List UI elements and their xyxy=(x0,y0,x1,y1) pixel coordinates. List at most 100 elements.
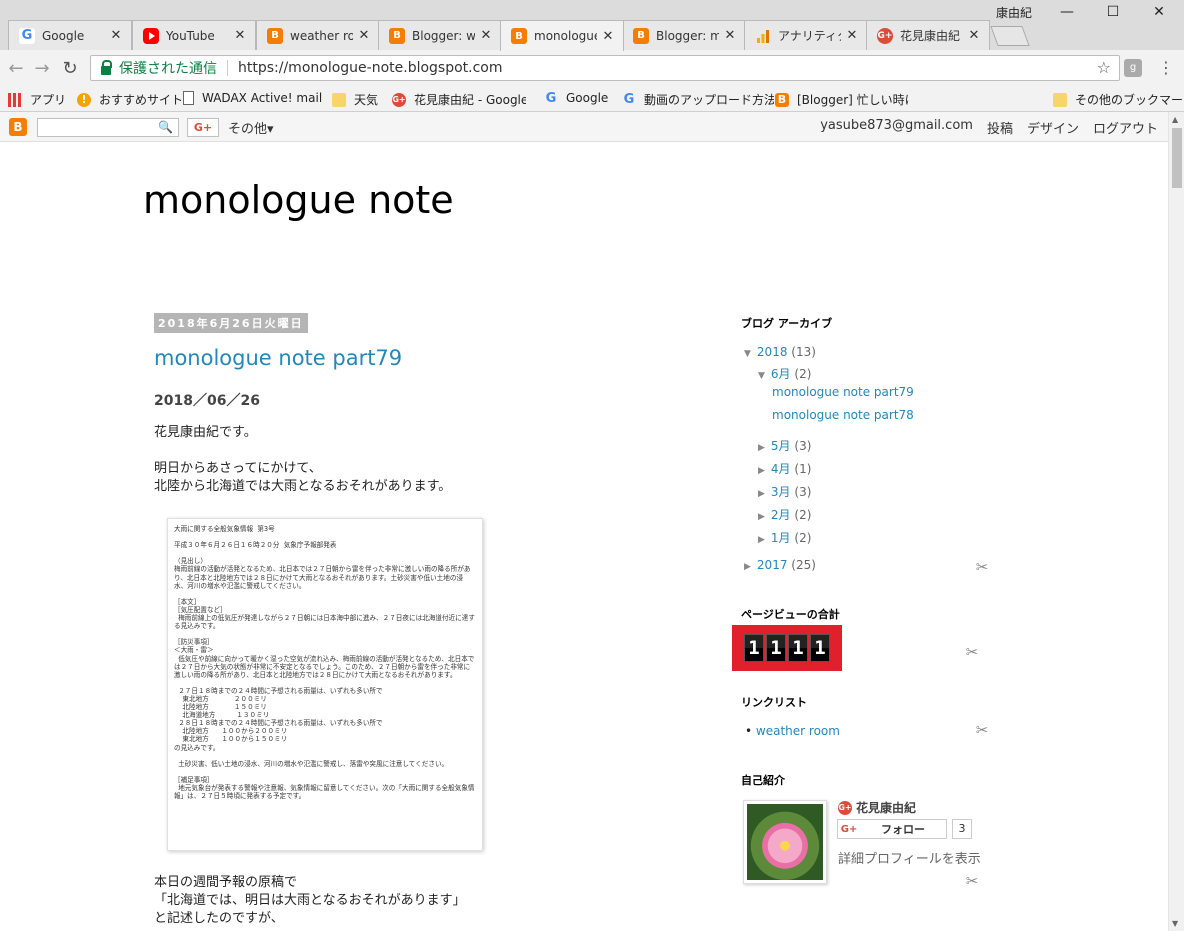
triangle-right-icon[interactable]: ▶ xyxy=(758,535,765,545)
more-menu[interactable]: その他▾ xyxy=(228,118,274,137)
bookmark-apps[interactable]: アプリ xyxy=(8,91,66,108)
tab-gplus-profile[interactable]: G+ 花見康由紀 ✕ xyxy=(866,20,990,50)
minimize-icon[interactable]: — xyxy=(1044,4,1090,26)
maximize-icon[interactable]: ☐ xyxy=(1090,4,1136,26)
browser-toolbar: ← → ↻ 保護された通信 https://monologue-note.blo… xyxy=(0,50,1184,86)
triangle-down-icon[interactable]: ▼ xyxy=(758,371,765,381)
google-icon: G xyxy=(623,92,635,107)
tab-blogger-weather[interactable]: B Blogger: weather ✕ xyxy=(378,20,502,50)
new-tab-button[interactable] xyxy=(990,26,1030,46)
close-icon[interactable]: ✕ xyxy=(845,28,859,43)
bookmark-other[interactable]: その他のブックマーク xyxy=(1053,91,1184,108)
new-post-link[interactable]: 投稿 xyxy=(987,118,1013,137)
tab-analytics[interactable]: アナリティクス ✕ xyxy=(744,20,868,50)
blogger-icon: B xyxy=(267,27,283,44)
blog-search-input[interactable]: 🔍 xyxy=(37,118,179,137)
edit-widget-icon[interactable]: ✂ xyxy=(973,558,991,576)
view-profile-link[interactable]: 詳細プロフィールを表示 xyxy=(838,848,981,867)
bookmark-upload[interactable]: G 動画のアップロード方法 xyxy=(622,91,774,108)
triangle-down-icon[interactable]: ▼ xyxy=(744,349,751,359)
close-icon[interactable]: ✕ xyxy=(723,28,737,43)
link-weather-room[interactable]: weather room xyxy=(756,724,840,738)
address-bar[interactable]: 保護された通信 https://monologue-note.blogspot.… xyxy=(90,55,1120,81)
close-icon[interactable]: ✕ xyxy=(109,28,123,43)
blogger-icon: B xyxy=(389,27,405,44)
follow-button[interactable]: G+ フォロー xyxy=(837,819,947,839)
reload-icon[interactable]: ↻ xyxy=(58,58,82,79)
triangle-right-icon[interactable]: ▶ xyxy=(758,489,765,499)
edit-widget-icon[interactable]: ✂ xyxy=(973,721,991,739)
search-icon[interactable]: 🔍 xyxy=(158,120,173,134)
page-scrollbar[interactable]: ▲ ▼ xyxy=(1168,112,1184,931)
post-paragraph: 本日の週間予報の原稿で 「北海道では、明日は大雨となるおそれがあります」 と記述… xyxy=(154,875,466,926)
blogger-logo-icon[interactable]: B xyxy=(9,118,27,136)
page-icon xyxy=(183,91,194,105)
triangle-right-icon[interactable]: ▶ xyxy=(758,512,765,522)
tab-youtube[interactable]: YouTube ✕ xyxy=(132,20,256,50)
forward-icon[interactable]: → xyxy=(30,58,54,79)
archive-month-jan[interactable]: ▶ 1月 (2) xyxy=(758,529,811,546)
profile-name-link[interactable]: G+ 花見康由紀 xyxy=(838,799,916,816)
bookmark-wadax[interactable]: WADAX Active! mail xyxy=(183,91,322,105)
post-paragraph: 明日からあさってにかけて、 北陸から北海道では大雨となるおそれがあります。 xyxy=(154,461,452,494)
tab-weather-room[interactable]: B weather room ✕ xyxy=(256,20,380,50)
close-icon[interactable]: ✕ xyxy=(479,28,493,43)
counter-digit: 1 xyxy=(810,634,830,662)
scroll-up-icon[interactable]: ▲ xyxy=(1172,115,1178,124)
triangle-right-icon[interactable]: ▶ xyxy=(758,466,765,476)
archive-month-april[interactable]: ▶ 4月 (1) xyxy=(758,460,811,477)
scroll-thumb[interactable] xyxy=(1172,128,1182,188)
counter-digit: 1 xyxy=(744,634,764,662)
window-close-icon[interactable]: ✕ xyxy=(1136,4,1182,26)
url-text[interactable]: https://monologue-note.blogspot.com xyxy=(238,60,503,76)
profile-photo[interactable] xyxy=(743,800,827,884)
close-icon[interactable]: ✕ xyxy=(601,29,615,44)
close-icon[interactable]: ✕ xyxy=(967,28,981,43)
archive-year-2018[interactable]: ▼ 2018 (13) xyxy=(744,345,816,359)
tab-blogger-monologue[interactable]: B Blogger: monologue ✕ xyxy=(622,20,746,50)
bookmarks-bar: アプリ ! おすすめサイト WADAX Active! mail 天気 G+ 花見康… xyxy=(0,86,1184,112)
extension-icon[interactable]: g xyxy=(1124,59,1142,77)
blogger-icon: B xyxy=(511,28,527,44)
navbar-right: yasube873@gmail.com 投稿 デザイン ログアウト xyxy=(820,118,1158,137)
archive-month-june[interactable]: ▼ 6月 (2) xyxy=(758,365,811,382)
bookmark-recommended[interactable]: ! おすすめサイト xyxy=(77,91,183,108)
lock-icon xyxy=(101,59,112,75)
post-title[interactable]: monologue note part79 xyxy=(154,346,402,370)
post-body: 2018／06／26 花見康由紀です。 明日からあさってにかけて、 北陸から北海… xyxy=(154,392,694,496)
bulb-icon: ! xyxy=(77,92,91,107)
weather-bulletin-image[interactable]: 大雨に関する全般気象情報 第3号 平成３０年６月２６日１６時２０分 気象庁予報部… xyxy=(167,518,483,851)
archive-post-link[interactable]: monologue note part79 xyxy=(772,385,914,399)
profile-name[interactable]: 康由紀 xyxy=(996,4,1032,21)
archive-year-2017[interactable]: ▶ 2017 (25) xyxy=(744,558,816,572)
close-icon[interactable]: ✕ xyxy=(357,28,371,43)
blogger-navbar: B 🔍 G+ その他▾ yasube873@gmail.com 投稿 デザイン … xyxy=(0,112,1168,142)
account-email[interactable]: yasube873@gmail.com xyxy=(820,118,973,137)
archive-month-feb[interactable]: ▶ 2月 (2) xyxy=(758,506,811,523)
tab-strip: G Google ✕ YouTube ✕ B weather room ✕ B … xyxy=(0,0,1184,51)
logout-link[interactable]: ログアウト xyxy=(1093,118,1158,137)
archive-post-link[interactable]: monologue note part78 xyxy=(772,408,914,422)
close-icon[interactable]: ✕ xyxy=(233,28,247,43)
menu-icon[interactable]: ⋮ xyxy=(1158,58,1174,77)
scroll-down-icon[interactable]: ▼ xyxy=(1172,919,1178,928)
bookmark-blogger-tips[interactable]: B [Blogger] 忙しい時に xyxy=(775,91,909,108)
tab-monologue-note[interactable]: B monologue note ✕ xyxy=(500,20,624,51)
bookmark-gplus[interactable]: G+ 花見康由紀 - Google xyxy=(392,91,526,108)
archive-month-may[interactable]: ▶ 5月 (3) xyxy=(758,437,811,454)
bookmark-star-icon[interactable]: ☆ xyxy=(1097,58,1111,77)
archive-month-march[interactable]: ▶ 3月 (3) xyxy=(758,483,811,500)
triangle-right-icon[interactable]: ▶ xyxy=(744,562,751,572)
tab-google[interactable]: G Google ✕ xyxy=(8,20,132,50)
blog-title[interactable]: monologue note xyxy=(143,178,454,222)
edit-widget-icon[interactable]: ✂ xyxy=(963,643,981,661)
design-link[interactable]: デザイン xyxy=(1027,118,1079,137)
gplus-share-button[interactable]: G+ xyxy=(187,118,219,137)
triangle-right-icon[interactable]: ▶ xyxy=(758,443,765,453)
bookmark-weather[interactable]: 天気 xyxy=(332,91,378,108)
google-plus-icon: G+ xyxy=(392,92,406,107)
back-icon[interactable]: ← xyxy=(4,58,28,79)
edit-widget-icon[interactable]: ✂ xyxy=(963,872,981,890)
bookmark-google[interactable]: G Google xyxy=(544,91,609,106)
folder-icon xyxy=(332,92,346,107)
